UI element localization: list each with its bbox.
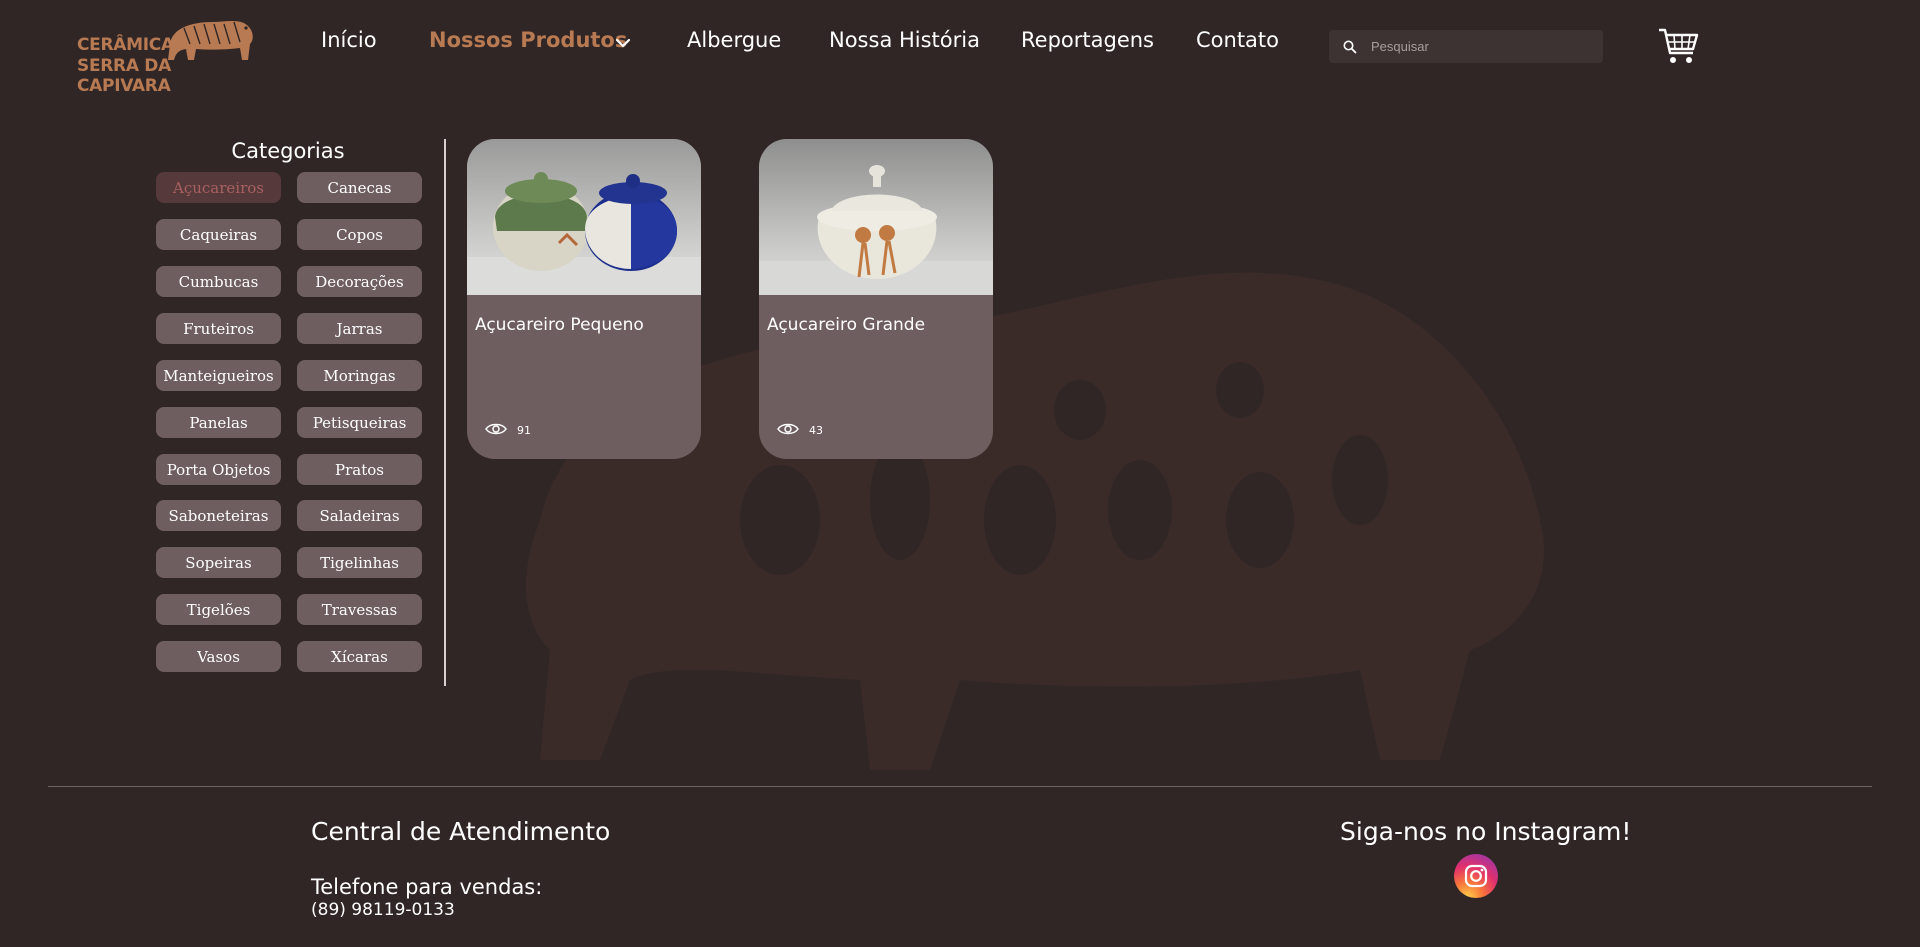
category-canecas[interactable]: Canecas: [297, 172, 422, 203]
product-name: Açucareiro Pequeno: [475, 315, 644, 335]
category-decoracoes[interactable]: Decorações: [297, 266, 422, 297]
search-box: [1329, 30, 1603, 63]
nav-reportagens[interactable]: Reportagens: [1021, 28, 1154, 52]
category-petisqueiras[interactable]: Petisqueiras: [297, 407, 422, 438]
product-image: [759, 139, 993, 295]
category-cumbucas[interactable]: Cumbucas: [156, 266, 281, 297]
category-saladeiras[interactable]: Saladeiras: [297, 500, 422, 531]
category-jarras[interactable]: Jarras: [297, 313, 422, 344]
footer-service-title: Central de Atendimento: [311, 817, 611, 846]
category-tigeloes[interactable]: Tigelões: [156, 594, 281, 625]
nav-albergue[interactable]: Albergue: [687, 28, 781, 52]
category-vasos[interactable]: Vasos: [156, 641, 281, 672]
category-moringas[interactable]: Moringas: [297, 360, 422, 391]
search-icon[interactable]: [1343, 40, 1357, 54]
capybara-logo-icon: [168, 21, 253, 60]
nav-nossos-produtos[interactable]: Nossos Produtos: [429, 28, 627, 52]
category-porta-objetos[interactable]: Porta Objetos: [156, 454, 281, 485]
nav-contato[interactable]: Contato: [1196, 28, 1279, 52]
eye-icon: [485, 423, 507, 435]
site-header: CERÂMICA SERRA DA CAPIVARA Início Nossos…: [0, 0, 1920, 96]
search-input[interactable]: [1371, 30, 1596, 63]
category-divider: [444, 139, 446, 686]
product-view-count: 43: [809, 424, 823, 437]
product-name: Açucareiro Grande: [767, 315, 926, 335]
category-manteigueiros[interactable]: Manteigueiros: [156, 360, 281, 391]
product-view-count: 91: [517, 424, 531, 437]
category-saboneteiras[interactable]: Saboneteiras: [156, 500, 281, 531]
category-caqueiras[interactable]: Caqueiras: [156, 219, 281, 250]
category-xicaras[interactable]: Xícaras: [297, 641, 422, 672]
category-acucareiros[interactable]: Açucareiros: [156, 172, 281, 203]
instagram-icon[interactable]: [1454, 854, 1498, 898]
category-pratos[interactable]: Pratos: [297, 454, 422, 485]
product-card[interactable]: Açucareiro Grande 43: [759, 139, 993, 459]
footer-phone-number: (89) 98119-0133: [311, 900, 455, 920]
logo-text-line1: CERÂMICA: [77, 35, 174, 55]
category-panelas[interactable]: Panelas: [156, 407, 281, 438]
footer-instagram-title: Siga-nos no Instagram!: [1340, 817, 1632, 846]
nav-inicio[interactable]: Início: [321, 28, 377, 52]
category-fruteiros[interactable]: Fruteiros: [156, 313, 281, 344]
product-image: [467, 139, 701, 295]
eye-icon: [777, 423, 799, 435]
categories-title: Categorias: [231, 139, 345, 163]
nav-nossa-historia[interactable]: Nossa História: [829, 28, 980, 52]
cart-icon[interactable]: [1657, 26, 1699, 66]
footer-phone-label: Telefone para vendas:: [311, 875, 543, 899]
footer-divider: [48, 786, 1872, 787]
product-card[interactable]: Açucareiro Pequeno 91: [467, 139, 701, 459]
category-sopeiras[interactable]: Sopeiras: [156, 547, 281, 578]
category-tigelinhas[interactable]: Tigelinhas: [297, 547, 422, 578]
category-travessas[interactable]: Travessas: [297, 594, 422, 625]
site-logo[interactable]: CERÂMICA SERRA DA CAPIVARA: [76, 14, 261, 96]
chevron-down-icon[interactable]: [615, 37, 631, 49]
category-copos[interactable]: Copos: [297, 219, 422, 250]
